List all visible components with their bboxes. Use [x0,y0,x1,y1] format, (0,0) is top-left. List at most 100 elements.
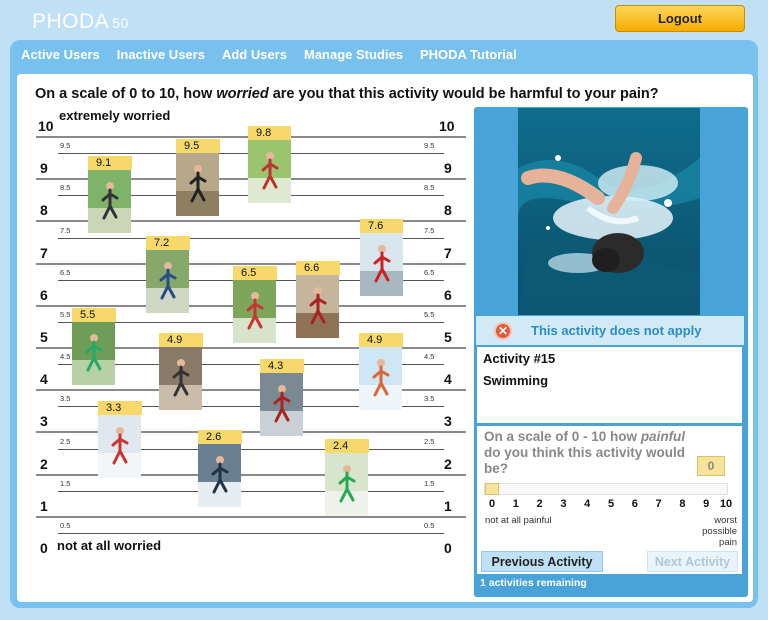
pain-tick-label: 2 [536,498,543,510]
pain-question: On a scale of 0 - 10 how painful do you … [484,429,689,477]
pain-tick-label: 7 [655,498,662,510]
pain-value-display: 0 [697,456,725,476]
worry-question: On a scale of 0 to 10, how worried are y… [35,86,659,102]
scale-minor-label-right: 1.5 [424,478,435,488]
scale-label-right: 0 [444,540,452,556]
app-window: PHODA 50 Logout Active Users Inactive Use… [0,0,768,620]
brand-logo: PHODA 50 [32,10,129,34]
scale-label-right: 8 [444,202,452,219]
jumping-photo [359,347,402,411]
scale-label-right: 6 [444,286,452,303]
scale-label-left: 7 [40,244,48,261]
brand-version: 50 [112,15,129,31]
scale-minor-label-left: 7.5 [60,225,71,235]
scale-minor-line [58,490,444,492]
pain-tick-label: 6 [631,498,638,510]
question-suffix: are you that this activity would be harm… [268,86,659,102]
pain-question-suffix: do you think this activity would be? [484,445,686,476]
activity-number: Activity #15 [483,351,556,366]
scale-minor-label-right: 0.5 [424,520,435,530]
pain-slider[interactable] [484,483,728,495]
scale-minor-label-right: 3.5 [424,394,435,404]
scale-label-left: 2 [40,455,48,472]
scale-label-left: 0 [40,540,48,556]
rating-badge: 4.9 [359,333,403,348]
scale-minor-label-right: 5.5 [424,309,435,319]
rating-badge: 4.9 [159,333,203,348]
scale-label-left: 6 [40,286,48,303]
scale-label-left: 1 [40,497,48,514]
pain-tick-label: 5 [607,498,615,510]
jumping-photo [176,153,219,217]
scale-label-left: 5 [40,329,48,345]
scale-label-right: 9 [444,160,452,177]
pain-tick-label: 3 [560,498,567,510]
question-prefix: On a scale of 0 to 10, how [35,86,217,102]
pain-question-prefix: On a scale of 0 - 10 how [484,429,641,444]
scale-label-left: 3 [40,413,48,430]
scale-minor-label-right: 8.5 [424,183,435,193]
rating-badge: 7.2 [146,236,190,251]
rating-badge: 9.8 [248,126,291,141]
aerobics-photo [296,275,339,339]
rating-badge: 4.3 [260,358,304,373]
scale-minor-label-right: 6.5 [424,267,435,277]
activity-info: Activity #15 Swimming [477,347,742,423]
scale-minor-label-left: 4.5 [60,352,71,362]
scale-minor-label-right: 9.5 [424,141,435,151]
balance-beam-photo [98,414,141,478]
scale-label-right: 2 [444,455,452,472]
scale-label-right: 1 [444,497,452,514]
rating-badge: 3.3 [98,400,142,415]
scale-minor-line [58,532,444,534]
rating-badge: 7.6 [360,219,403,234]
rating-badge: 9.1 [88,155,132,170]
rating-badge: 2.4 [325,438,369,453]
scale-minor-label-right: 7.5 [424,225,435,235]
pain-high-label: worst possible pain [702,515,737,548]
scale-top-label: extremely worried [59,108,171,123]
pain-low-label: not at all painful [485,515,552,526]
scale-label-left: 4 [40,371,48,388]
nav-manage-studies[interactable]: Manage Studies [304,47,403,67]
nav-inactive-users[interactable]: Inactive Users [117,47,205,67]
nav-active-users[interactable]: Active Users [21,47,100,67]
tennis-photo [325,452,368,516]
nav-phoda-tutorial[interactable]: PHODA Tutorial [420,47,517,67]
rating-badge: 5.5 [72,307,116,322]
pain-tick-label: 9 [703,498,710,510]
next-activity-button[interactable]: Next Activity [647,551,738,572]
pain-tick-label: 1 [512,498,519,510]
scale-minor-label-left: 0.5 [60,520,71,530]
pain-slider-handle[interactable] [485,483,499,495]
activity-name: Swimming [483,373,549,388]
scale-label-left: 9 [40,160,48,177]
not-apply-label: This activity does not apply [531,323,702,338]
main-nav: Active Users Inactive Users Add Users Ma… [10,47,523,67]
scale-minor-label-left: 6.5 [60,267,71,277]
nav-add-users[interactable]: Add Users [222,47,287,67]
walking-photo [159,347,202,411]
field-sports-photo [72,321,115,385]
scale-minor-label-right: 4.5 [424,352,435,362]
pain-tick-label: 8 [679,498,686,510]
scale-label-right: 10 [439,118,455,134]
soccer-kick-photo [248,140,291,204]
swimming-photo [518,108,700,315]
scale-label-right: 7 [444,244,452,261]
scale-major-line [36,515,466,518]
previous-activity-button[interactable]: Previous Activity [481,551,603,572]
scale-label-right: 3 [444,413,452,430]
scale-label-right: 4 [444,371,452,388]
scale-minor-label-left: 8.5 [60,183,71,193]
scale-minor-label-left: 5.5 [60,309,71,319]
scale-label-right: 5 [444,329,452,345]
logout-button[interactable]: Logout [615,5,745,32]
rating-badge: 6.6 [296,261,340,276]
scale-label-left: 10 [38,118,54,134]
pain-question-emphasis: painful [640,429,686,444]
activities-remaining: 1 activities remaining [480,577,587,589]
rating-badge: 6.5 [233,265,277,280]
activity-not-apply-button[interactable]: ✕ This activity does not apply [476,316,744,345]
brand-name: PHODA [32,10,110,33]
